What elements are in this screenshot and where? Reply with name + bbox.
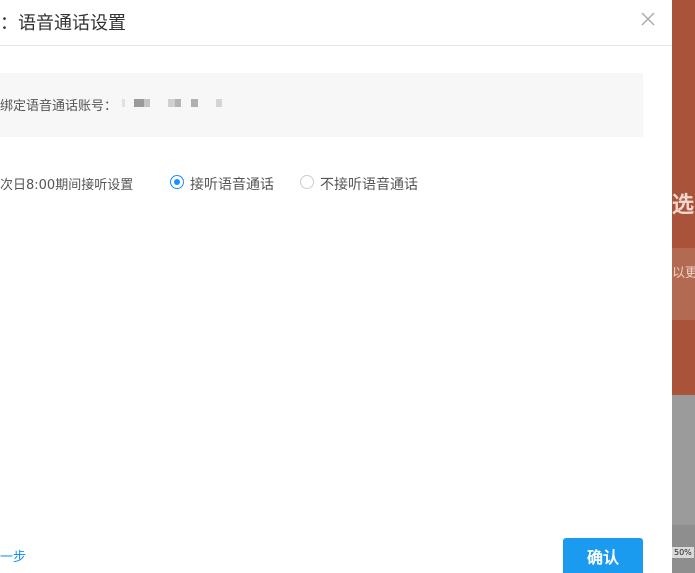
mask-block [175, 99, 181, 107]
dialog-title: ：语音通话设置 [0, 13, 126, 34]
answer-setting-label: 次日8:00期间接听设置 [0, 178, 134, 193]
mask-block [168, 99, 175, 107]
dialog-header: ：语音通话设置 [0, 0, 672, 46]
mask-block [122, 99, 125, 107]
mask-block [134, 99, 144, 107]
mask-block [216, 99, 222, 107]
background-bottom-inner [672, 395, 695, 525]
confirm-button[interactable]: 确认 [563, 538, 643, 573]
radio-checked-icon [170, 175, 184, 189]
voice-call-settings-dialog: ：语音通话设置 绑定语音通话账号： 次日8:00期间接听设置 接听语音通话 不接… [0, 0, 672, 573]
radio-unchecked-icon [300, 175, 314, 189]
close-button[interactable] [638, 9, 658, 29]
bound-account-panel: 绑定语音通话账号： [0, 73, 643, 137]
background-zoom-readout: 50% [672, 547, 694, 558]
close-icon [641, 12, 655, 26]
radio-decline-call-label: 不接听语音通话 [320, 177, 418, 193]
mask-block [191, 99, 198, 107]
mask-block [144, 99, 150, 107]
screen: 选 以更 50% ：语音通话设置 绑定语音通话账号： 次日8:00期间接听设置 … [0, 0, 695, 573]
bound-account-label: 绑定语音通话账号： [0, 99, 118, 114]
background-band [672, 248, 695, 320]
background-text: 以更 [672, 266, 695, 281]
previous-step-link[interactable]: 一步 [0, 546, 26, 565]
radio-answer-call-label: 接听语音通话 [190, 177, 274, 193]
background-heading-char: 选 [672, 193, 695, 218]
background-page: 选 以更 50% [672, 0, 695, 573]
